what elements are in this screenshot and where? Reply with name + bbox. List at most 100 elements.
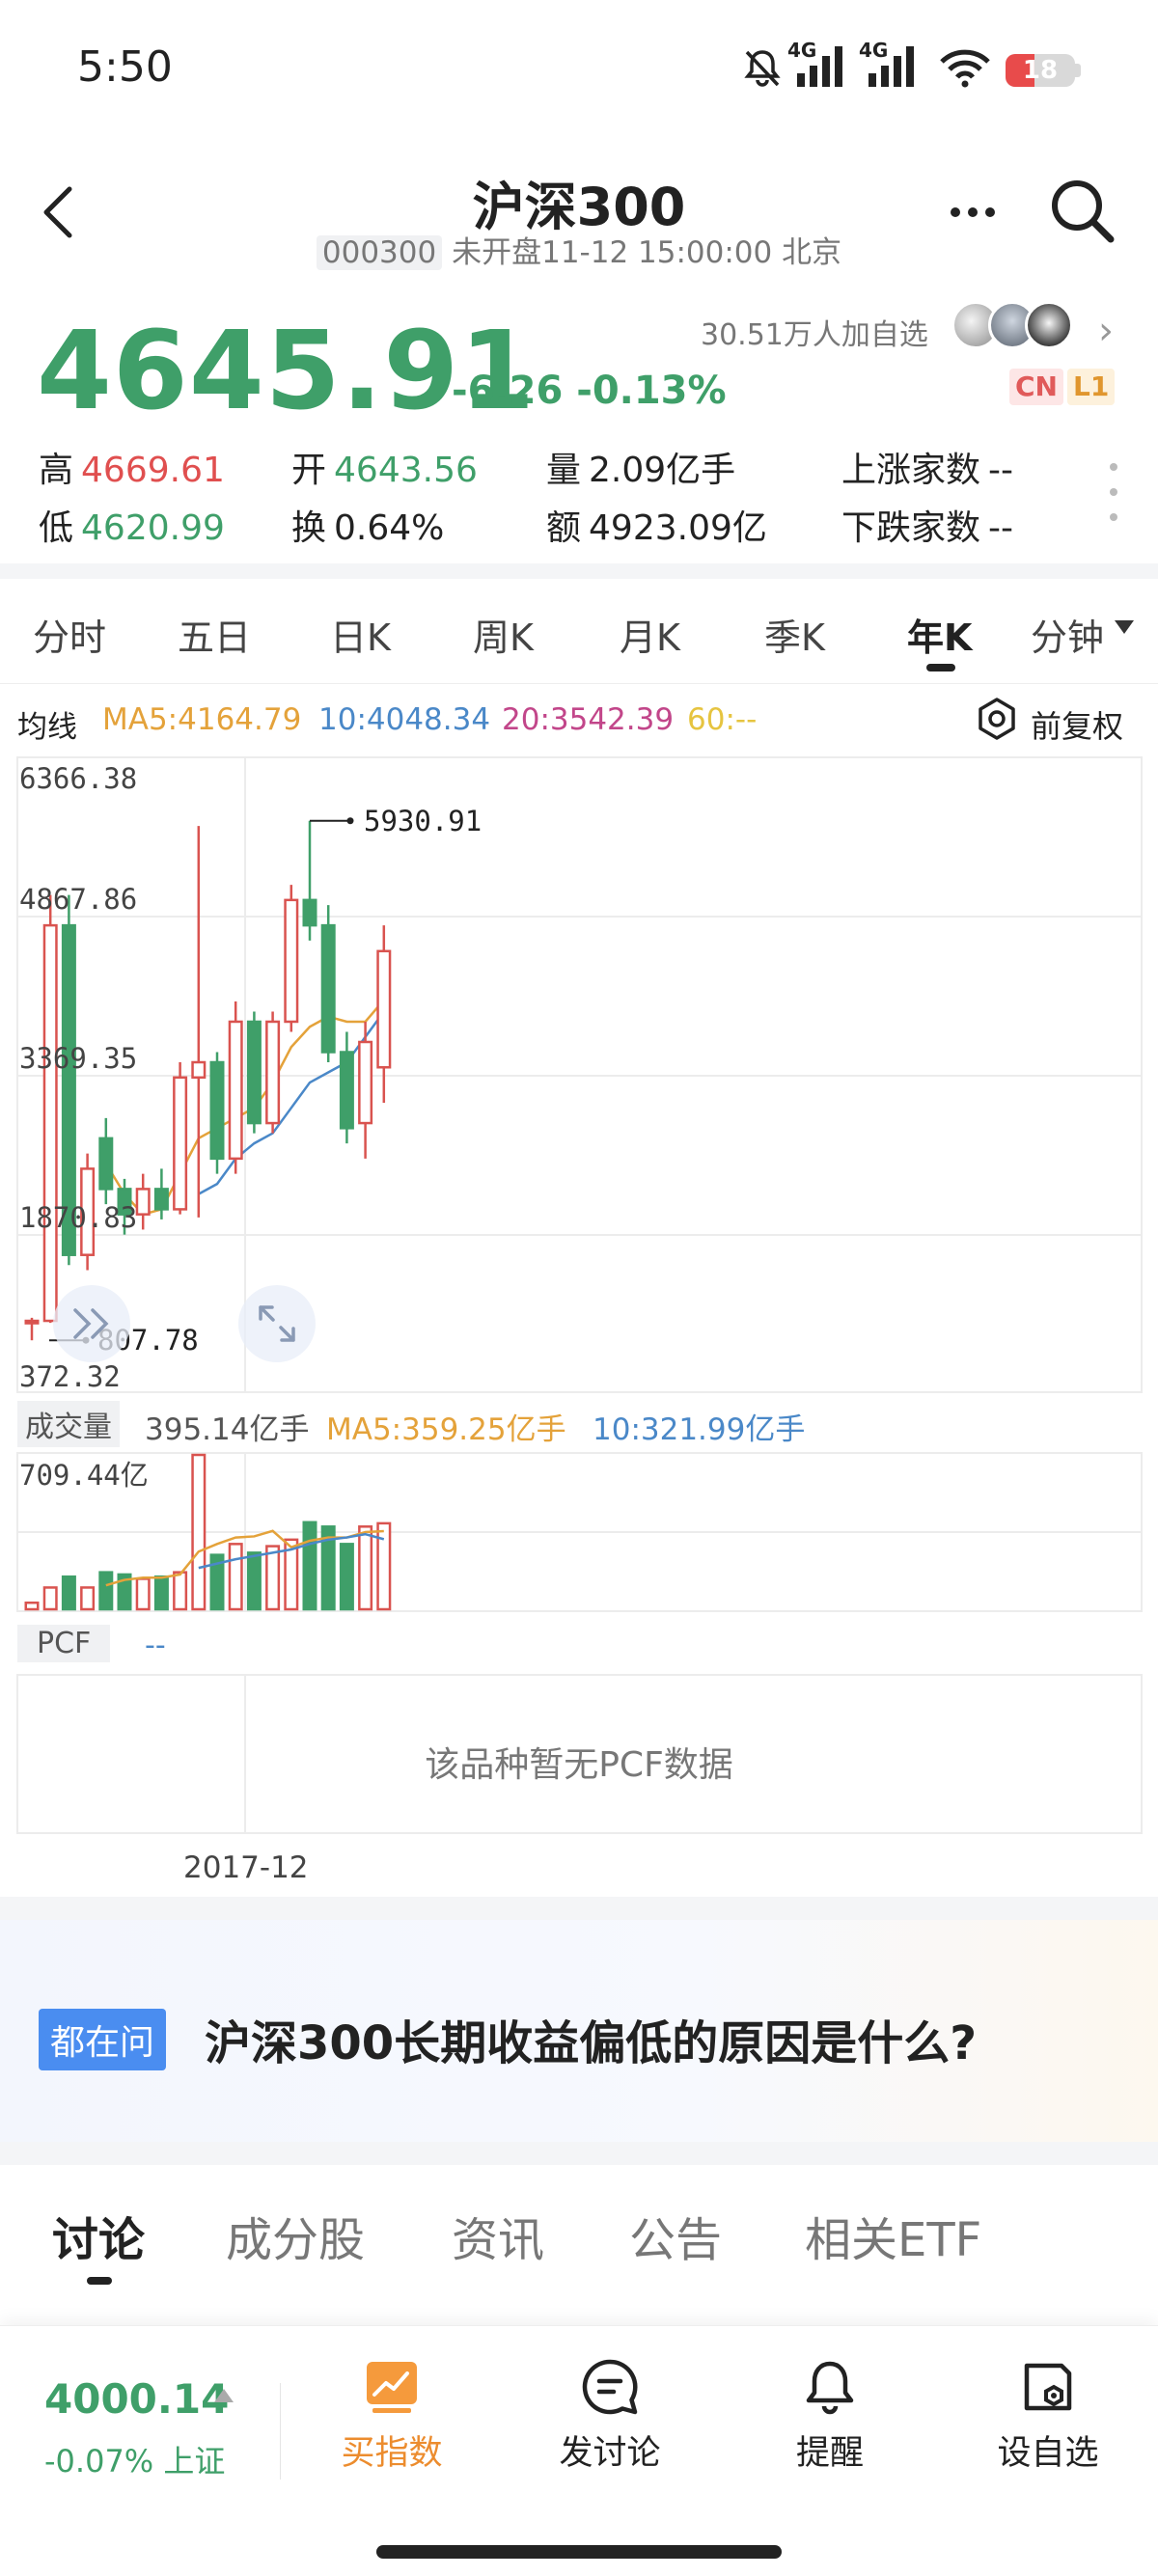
market-status: 未开盘11-12 15:00:00 北京 — [452, 235, 842, 270]
divider — [0, 1897, 1158, 1920]
volume-bar — [358, 1525, 373, 1611]
post-discussion-label: 发讨论 — [559, 2434, 661, 2473]
volume-bar — [61, 1575, 76, 1611]
followers-count[interactable]: 30.51万人加自选 — [701, 311, 928, 353]
trend-chart-icon — [367, 2362, 417, 2413]
volume-bar — [80, 1586, 96, 1611]
alert-label: 提醒 — [795, 2434, 864, 2473]
ma10-value: 10:4048.34 — [318, 702, 491, 737]
stat-volume: 量 2.09亿手 — [546, 451, 736, 490]
y-tick-label: 372.32 — [19, 1360, 121, 1393]
tab-constituents[interactable]: 成分股 — [226, 2202, 365, 2269]
candle — [320, 905, 336, 1063]
battery-tip — [1075, 64, 1081, 77]
volume-value: 395.14亿手 — [145, 1412, 310, 1447]
volume-max-label: 709.44亿 — [19, 1459, 149, 1492]
mute-bell-icon — [744, 50, 781, 87]
candle — [358, 1021, 373, 1159]
search-icon[interactable] — [1047, 176, 1117, 245]
buy-index-label: 买指数 — [341, 2434, 443, 2473]
ma60-value: 60:-- — [687, 702, 758, 737]
candle — [209, 1052, 225, 1174]
battery-icon: 18 — [1006, 54, 1075, 87]
stat-low: 低 4620.99 — [39, 508, 225, 548]
volume-bar — [339, 1543, 354, 1611]
y-tick-label: 3369.35 — [19, 1042, 137, 1075]
index-code: 000300 — [316, 235, 443, 270]
tab-related-etf[interactable]: 相关ETF — [805, 2202, 981, 2269]
volume-bar — [246, 1551, 262, 1611]
chevron-right-icon[interactable]: › — [1098, 309, 1114, 353]
volume-bar — [98, 1571, 114, 1611]
x-date-label: 2017-12 — [183, 1850, 309, 1885]
volume-bar — [265, 1545, 281, 1611]
candlestick-chart[interactable]: 6366.38 4867.86 3369.35 1870.83 372.32 5… — [0, 753, 1158, 1401]
ask-question[interactable]: 沪深300长期收益偏低的原因是什么? — [205, 2005, 977, 2072]
price-adjust-label[interactable]: 前复权 — [1031, 702, 1123, 747]
add-watchlist-button[interactable]: 设自选 — [971, 2358, 1125, 2475]
candle — [173, 1062, 188, 1215]
tab-minute[interactable]: 分钟 — [1031, 608, 1104, 661]
candle — [24, 1317, 40, 1341]
high-marker: 5930.91 — [310, 805, 482, 837]
signal-2-icon — [868, 44, 914, 87]
y-tick-label: 6366.38 — [19, 762, 137, 795]
tab-quarterly-k[interactable]: 季K — [764, 608, 825, 661]
divider — [280, 2383, 281, 2480]
stat-turnover: 换 0.64% — [291, 508, 445, 548]
buy-index-button[interactable]: 买指数 — [315, 2358, 469, 2475]
volume-bar — [42, 1586, 58, 1611]
add-watchlist-label: 设自选 — [997, 2434, 1099, 2473]
sse-index-value[interactable]: 4000.14 — [44, 2375, 229, 2423]
stat-advancers: 上涨家数 -- — [841, 451, 1013, 490]
tab-announcements[interactable]: 公告 — [629, 2202, 722, 2269]
watchlist-add-icon — [1024, 2363, 1072, 2411]
wifi-icon — [940, 49, 990, 88]
high-label: 5930.91 — [364, 805, 482, 837]
tab-intraday[interactable]: 分时 — [33, 608, 106, 661]
tab-daily-k[interactable]: 日K — [330, 608, 391, 661]
signal-1-icon — [797, 44, 842, 87]
fullscreen-icon[interactable] — [238, 1285, 316, 1362]
y-tick-label: 1870.83 — [19, 1201, 137, 1234]
more-icon[interactable] — [951, 198, 1008, 227]
settings-hex-icon[interactable] — [975, 697, 1019, 741]
market-badge-cn: CN — [1009, 369, 1063, 405]
quote-status-line: 000300 未开盘11-12 15:00:00 北京 — [0, 228, 1158, 271]
pcf-value: -- — [145, 1629, 166, 1662]
ask-tag: 都在问 — [39, 2009, 167, 2070]
volume-bar — [191, 1453, 207, 1611]
tab-news[interactable]: 资讯 — [452, 2202, 544, 2269]
candle — [284, 885, 299, 1032]
stat-decliners: 下跌家数 -- — [841, 508, 1013, 548]
volume-ma10: 10:321.99亿手 — [593, 1412, 806, 1447]
volume-bar — [153, 1575, 169, 1611]
more-stats-icon[interactable] — [1110, 463, 1119, 521]
chat-bubble-icon — [582, 2359, 638, 2415]
volume-bar — [173, 1571, 188, 1611]
price-change: -6.26 -0.13% — [452, 369, 727, 413]
sse-index-change[interactable]: -0.07% 上证 — [44, 2437, 225, 2481]
ma5-value: MA5:4164.79 — [102, 702, 302, 737]
data-level-badge: L1 — [1067, 369, 1116, 405]
post-discussion-button[interactable]: 发讨论 — [533, 2358, 687, 2475]
alert-button[interactable]: 提醒 — [753, 2358, 907, 2475]
tab-yearly-k[interactable]: 年K — [907, 608, 972, 661]
expand-left-icon[interactable] — [53, 1285, 130, 1362]
caret-down-icon[interactable] — [1115, 620, 1134, 634]
pcf-title: PCF — [17, 1625, 111, 1662]
tab-five-day[interactable]: 五日 — [178, 608, 251, 661]
ma20-value: 20:3542.39 — [502, 702, 675, 737]
y-tick-label: 4867.86 — [19, 883, 137, 916]
candle — [42, 894, 58, 1324]
tab-monthly-k[interactable]: 月K — [620, 608, 680, 661]
tab-discussion[interactable]: 讨论 — [52, 2202, 145, 2269]
candle — [265, 1011, 281, 1134]
candle — [153, 1168, 169, 1219]
follower-avatar — [1025, 301, 1073, 349]
candle — [339, 1031, 354, 1144]
stat-open: 开 4643.56 — [291, 451, 478, 490]
volume-chart[interactable]: 709.44亿 — [0, 1451, 1158, 1613]
triangle-up-icon — [214, 2389, 234, 2402]
tab-weekly-k[interactable]: 周K — [473, 608, 534, 661]
